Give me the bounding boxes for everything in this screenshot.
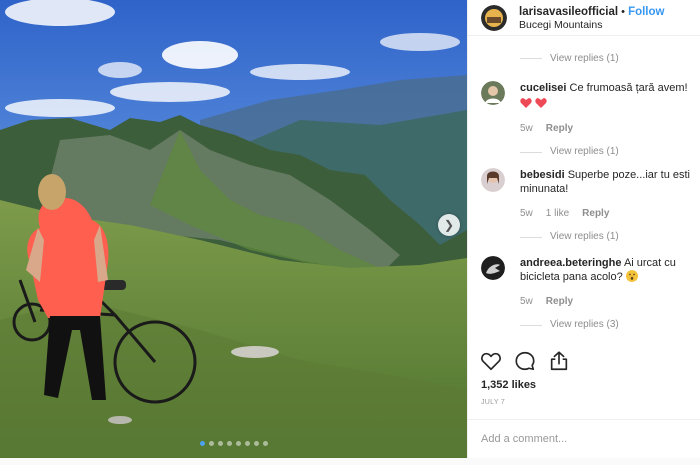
comment-item: cucelisei Ce frumoasă țară avem! 5w Repl… [481,81,694,159]
like-heart-icon[interactable] [480,350,502,372]
header-separator: • [618,5,629,18]
replies-divider [520,57,542,59]
comment-age[interactable]: 5w [520,295,533,309]
post-side-panel: larisavasileofficial • Follow Bucegi Mou… [467,0,700,458]
view-replies-label: View replies (1) [550,231,619,242]
comment-age[interactable]: 5w [520,122,533,136]
view-replies-button[interactable]: View replies (3) [520,318,694,332]
replies-divider [520,151,542,153]
carousel-dot[interactable] [208,441,214,446]
follow-button[interactable]: Follow [628,6,664,18]
carousel-dot[interactable] [253,441,259,446]
comment-item: andreea.beteringhe Ai urcat cu bicicleta… [481,256,694,332]
heart-emoji-icon [520,98,532,108]
carousel-dot[interactable] [262,441,268,446]
mountain-bike-photo [0,0,467,458]
heart-emoji [520,97,688,111]
author-avatar[interactable] [481,4,507,31]
comment-username[interactable]: andreea.beteringhe [520,257,621,269]
post-date[interactable]: JULY 7 [481,399,505,406]
carousel-dot[interactable] [199,441,205,446]
view-replies-button[interactable]: View replies (1) [520,51,619,65]
likes-count[interactable]: 1,352 likes [481,379,536,391]
reply-button[interactable]: Reply [546,295,573,309]
commenter-avatar[interactable] [481,256,505,280]
view-replies-label: View replies (1) [550,52,619,64]
carousel-dot[interactable] [244,441,250,446]
add-comment-input[interactable]: Add a comment... [468,419,700,458]
view-replies-button[interactable]: View replies (1) [520,230,694,244]
carousel-dots [0,441,467,446]
post-actions [480,350,570,372]
comment-username[interactable]: cucelisei [520,82,566,94]
share-icon[interactable] [548,350,570,372]
comment-likes[interactable]: 1 like [546,207,569,221]
comment-username[interactable]: bebesidi [520,169,565,181]
post-header: larisavasileofficial • Follow Bucegi Mou… [468,0,700,36]
comment-bubble-icon[interactable] [514,350,536,372]
comment-age[interactable]: 5w [520,207,533,221]
commenter-avatar[interactable] [481,168,505,192]
replies-divider [520,324,542,326]
post-location[interactable]: Bucegi Mountains [519,19,664,32]
comment-item: bebesidi Superbe poze...iar tu esti minu… [481,168,694,244]
comments-list[interactable]: View replies (1) cucelisei Ce frumoasă ț… [468,37,700,337]
commenter-avatar[interactable] [481,81,505,105]
carousel-dot[interactable] [235,441,241,446]
replies-divider [520,236,542,238]
reply-button[interactable]: Reply [582,207,609,221]
heart-emoji-icon [535,98,547,108]
surprised-face-emoji [625,270,638,282]
author-username[interactable]: larisavasileofficial [519,6,618,18]
next-arrow-icon[interactable]: ❯ [438,214,460,236]
carousel-dot[interactable] [217,441,223,446]
view-replies-label: View replies (3) [550,319,619,330]
comment-text: Ce frumoasă țară avem! [569,82,688,94]
carousel-dot[interactable] [226,441,232,446]
post-photo[interactable]: ❯ [0,0,467,458]
view-replies-button[interactable]: View replies (1) [520,145,688,159]
reply-button[interactable]: Reply [546,122,573,136]
view-replies-label: View replies (1) [550,146,619,157]
